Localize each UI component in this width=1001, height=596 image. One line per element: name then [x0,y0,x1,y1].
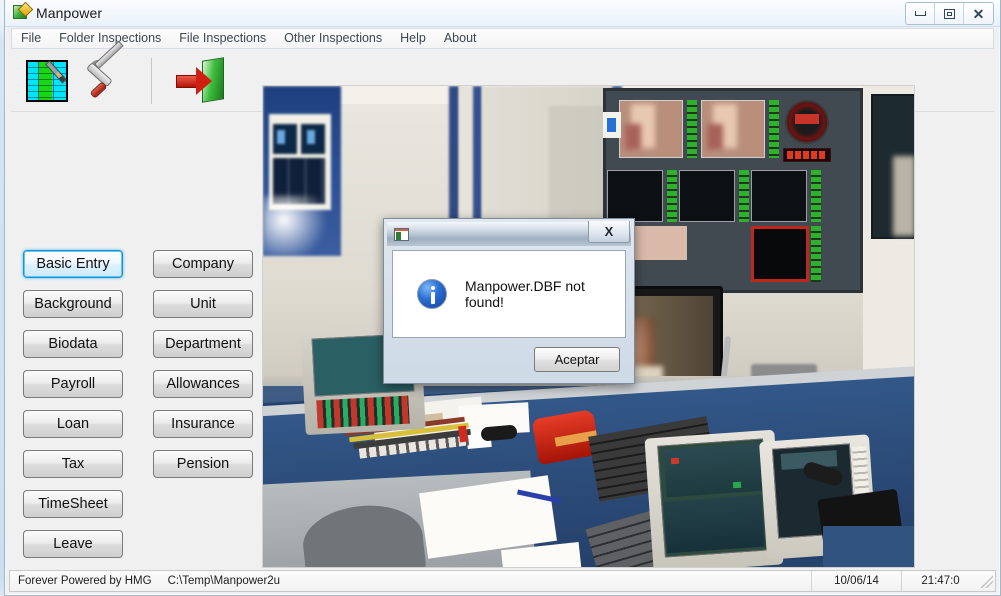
company-button[interactable]: Company [153,250,253,278]
menu-item-help[interactable]: Help [391,29,435,48]
accept-button[interactable]: Aceptar [534,346,620,372]
status-powered-by: Forever Powered by HMG [18,575,152,587]
resize-grip-icon[interactable] [979,574,993,588]
payroll-button[interactable]: Payroll [23,370,123,398]
timesheet-button[interactable]: TimeSheet [23,490,123,518]
title-bar-blurred-area [245,0,880,27]
status-path: C:\Temp\Manpower2u [167,575,281,587]
dialog-close-button[interactable]: X [588,221,630,243]
close-icon: ✕ [972,5,985,22]
menu-item-folder-inspections[interactable]: Folder Inspections [50,29,170,48]
button-column-right: Company Unit Department Allowances Insur… [153,250,253,490]
tax-button[interactable]: Tax [23,450,123,478]
dialog-body: Manpower.DBF not found! [392,250,626,338]
navigation-button-panel: Basic Entry Background Biodata Payroll L… [5,112,260,567]
menu-item-file[interactable]: File [12,29,50,48]
close-button[interactable]: ✕ [964,3,993,24]
menu-item-about[interactable]: About [435,29,486,48]
background-button[interactable]: Background [23,290,123,318]
menu-item-file-inspections[interactable]: File Inspections [170,29,275,48]
leave-button[interactable]: Leave [23,530,123,558]
edit-records-icon [24,58,70,104]
maximize-button[interactable] [935,3,964,24]
minimize-icon [914,11,926,16]
biodata-button[interactable]: Biodata [23,330,123,358]
button-column-left: Basic Entry Background Biodata Payroll L… [23,250,123,570]
error-dialog: X Manpower.DBF not found! Aceptar [383,218,635,384]
minimize-button[interactable] [906,3,935,24]
allowances-button[interactable]: Allowances [153,370,253,398]
department-button[interactable]: Department [153,330,253,358]
toolbar-separator [151,57,152,104]
menu-item-other-inspections[interactable]: Other Inspections [275,29,391,48]
dialog-footer: Aceptar [392,343,626,375]
tools-button[interactable] [83,40,139,109]
edit-records-button[interactable] [19,53,75,109]
insurance-button[interactable]: Insurance [153,410,253,438]
maximize-icon [943,8,955,19]
pension-button[interactable]: Pension [153,450,253,478]
application-window: Manpower ✕ File Folder Inspections File … [4,0,1001,596]
exit-button[interactable] [170,53,228,109]
tools-icon [85,40,134,104]
window-icon [394,227,409,241]
dialog-message: Manpower.DBF not found! [465,278,585,310]
exit-icon [174,56,224,104]
status-bar: Forever Powered by HMG C:\Temp\Manpower2… [9,570,996,592]
window-title: Manpower [36,5,103,21]
menu-bar: File Folder Inspections File Inspections… [11,28,994,49]
status-date: 10/06/14 [811,571,901,591]
info-icon [417,279,447,309]
status-time: 21:47:0 [901,571,979,591]
basic-entry-button[interactable]: Basic Entry [23,250,123,278]
unit-button[interactable]: Unit [153,290,253,318]
dialog-title-bar[interactable]: X [387,221,631,246]
spreadsheet-pencil-icon [13,1,34,21]
title-bar[interactable]: Manpower ✕ [5,0,1000,27]
loan-button[interactable]: Loan [23,410,123,438]
window-controls: ✕ [905,2,994,25]
